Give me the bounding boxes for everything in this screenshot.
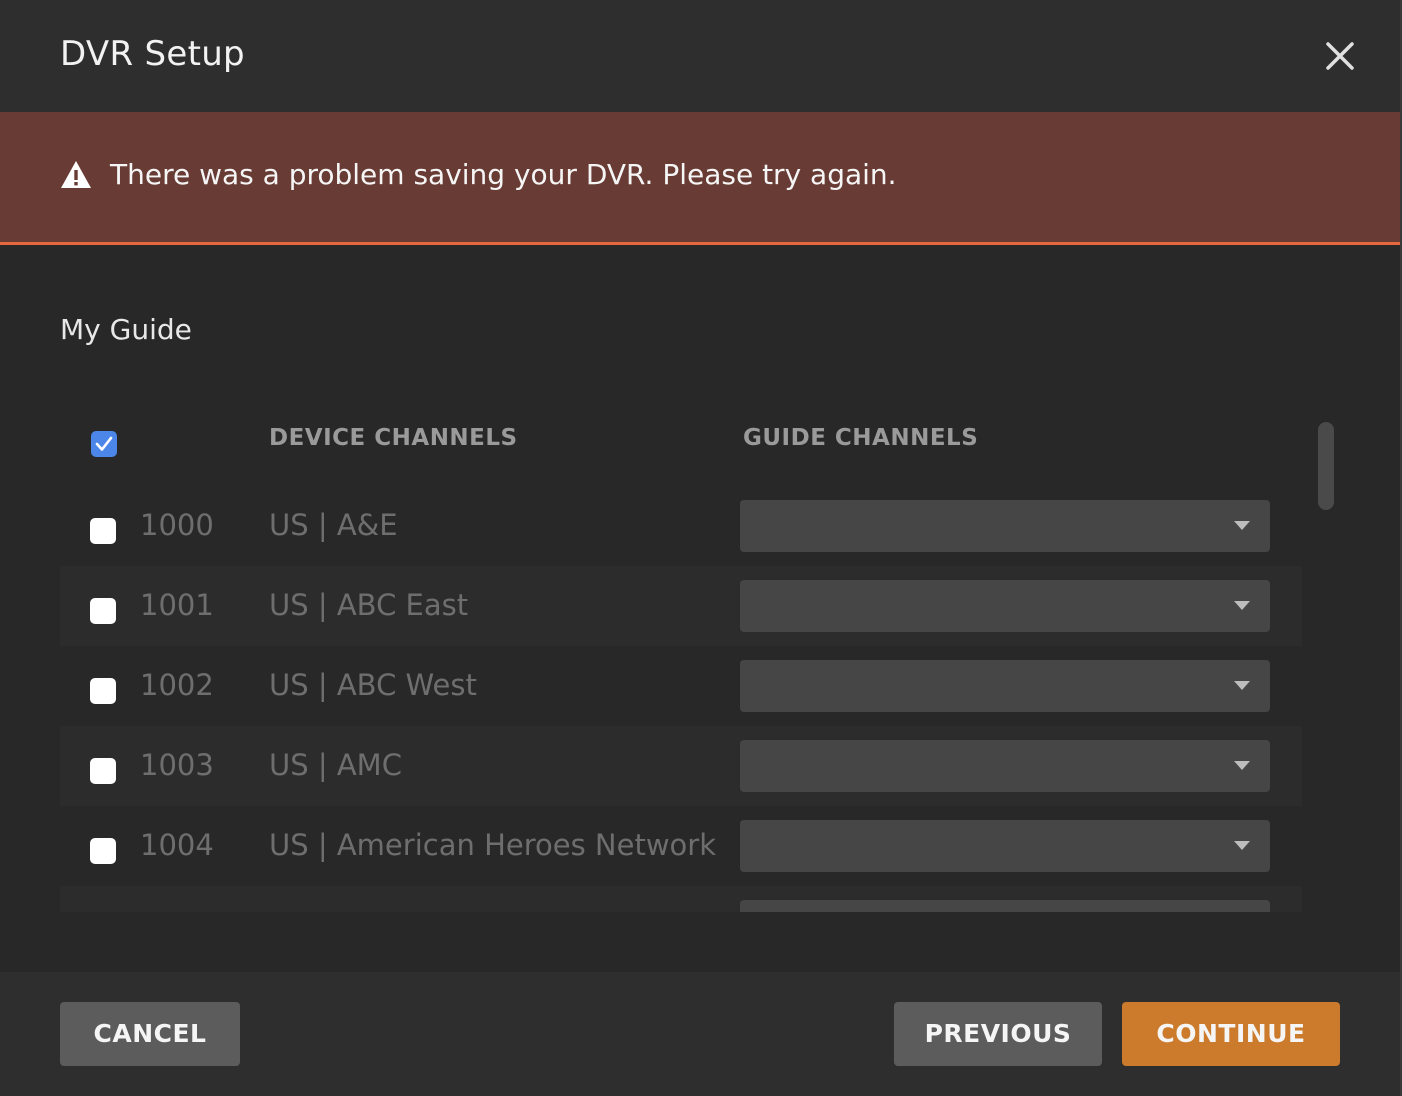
checkmark-icon [95, 436, 113, 451]
scrollbar-thumb[interactable] [1318, 422, 1334, 510]
table-row: 1004 US | American Heroes Network [60, 806, 1302, 886]
select-all-checkbox[interactable] [91, 431, 117, 457]
row-checkbox[interactable] [90, 758, 116, 784]
guide-channel-select[interactable] [740, 580, 1270, 632]
column-header-device: DEVICE CHANNELS [269, 425, 518, 451]
guide-channel-select[interactable] [740, 740, 1270, 792]
row-checkbox[interactable] [90, 678, 116, 704]
table-row: 1002 US | ABC West [60, 646, 1302, 726]
dialog-title: DVR Setup [60, 34, 245, 74]
warning-icon [60, 160, 92, 190]
guide-channel-select[interactable] [740, 900, 1270, 912]
channel-name: US | American Heroes Network [269, 828, 716, 862]
table-row: 1000 US | A&E [60, 486, 1302, 566]
channel-number: 1003 [140, 748, 214, 782]
row-checkbox[interactable] [90, 838, 116, 864]
row-checkbox[interactable] [90, 598, 116, 624]
chevron-down-icon [1234, 681, 1250, 690]
table-row [60, 886, 1302, 912]
guide-channel-select[interactable] [740, 660, 1270, 712]
previous-button[interactable]: PREVIOUS [894, 1002, 1102, 1066]
channel-name: US | A&E [269, 508, 398, 542]
channel-table: 1000 US | A&E 1001 US | ABC East 1002 US… [60, 486, 1302, 912]
channel-number: 1004 [140, 828, 214, 862]
guide-channel-select[interactable] [740, 820, 1270, 872]
guide-channel-select[interactable] [740, 500, 1270, 552]
dialog-header: DVR Setup [0, 0, 1400, 112]
chevron-down-icon [1234, 521, 1250, 530]
chevron-down-icon [1234, 841, 1250, 850]
channel-name: US | ABC East [269, 588, 469, 622]
row-checkbox[interactable] [90, 518, 116, 544]
section-title: My Guide [60, 313, 192, 346]
channel-name: US | ABC West [269, 668, 477, 702]
channel-number: 1002 [140, 668, 214, 702]
channel-number: 1000 [140, 508, 214, 542]
chevron-down-icon [1234, 601, 1250, 610]
chevron-down-icon [1234, 761, 1250, 770]
table-row: 1003 US | AMC [60, 726, 1302, 806]
cancel-button[interactable]: CANCEL [60, 1002, 240, 1066]
column-header-guide: GUIDE CHANNELS [743, 425, 979, 451]
channel-number: 1001 [140, 588, 214, 622]
table-row: 1001 US | ABC East [60, 566, 1302, 646]
continue-button[interactable]: CONTINUE [1122, 1002, 1340, 1066]
error-message: There was a problem saving your DVR. Ple… [110, 158, 897, 191]
close-icon[interactable] [1322, 38, 1358, 74]
channel-name: US | AMC [269, 748, 402, 782]
